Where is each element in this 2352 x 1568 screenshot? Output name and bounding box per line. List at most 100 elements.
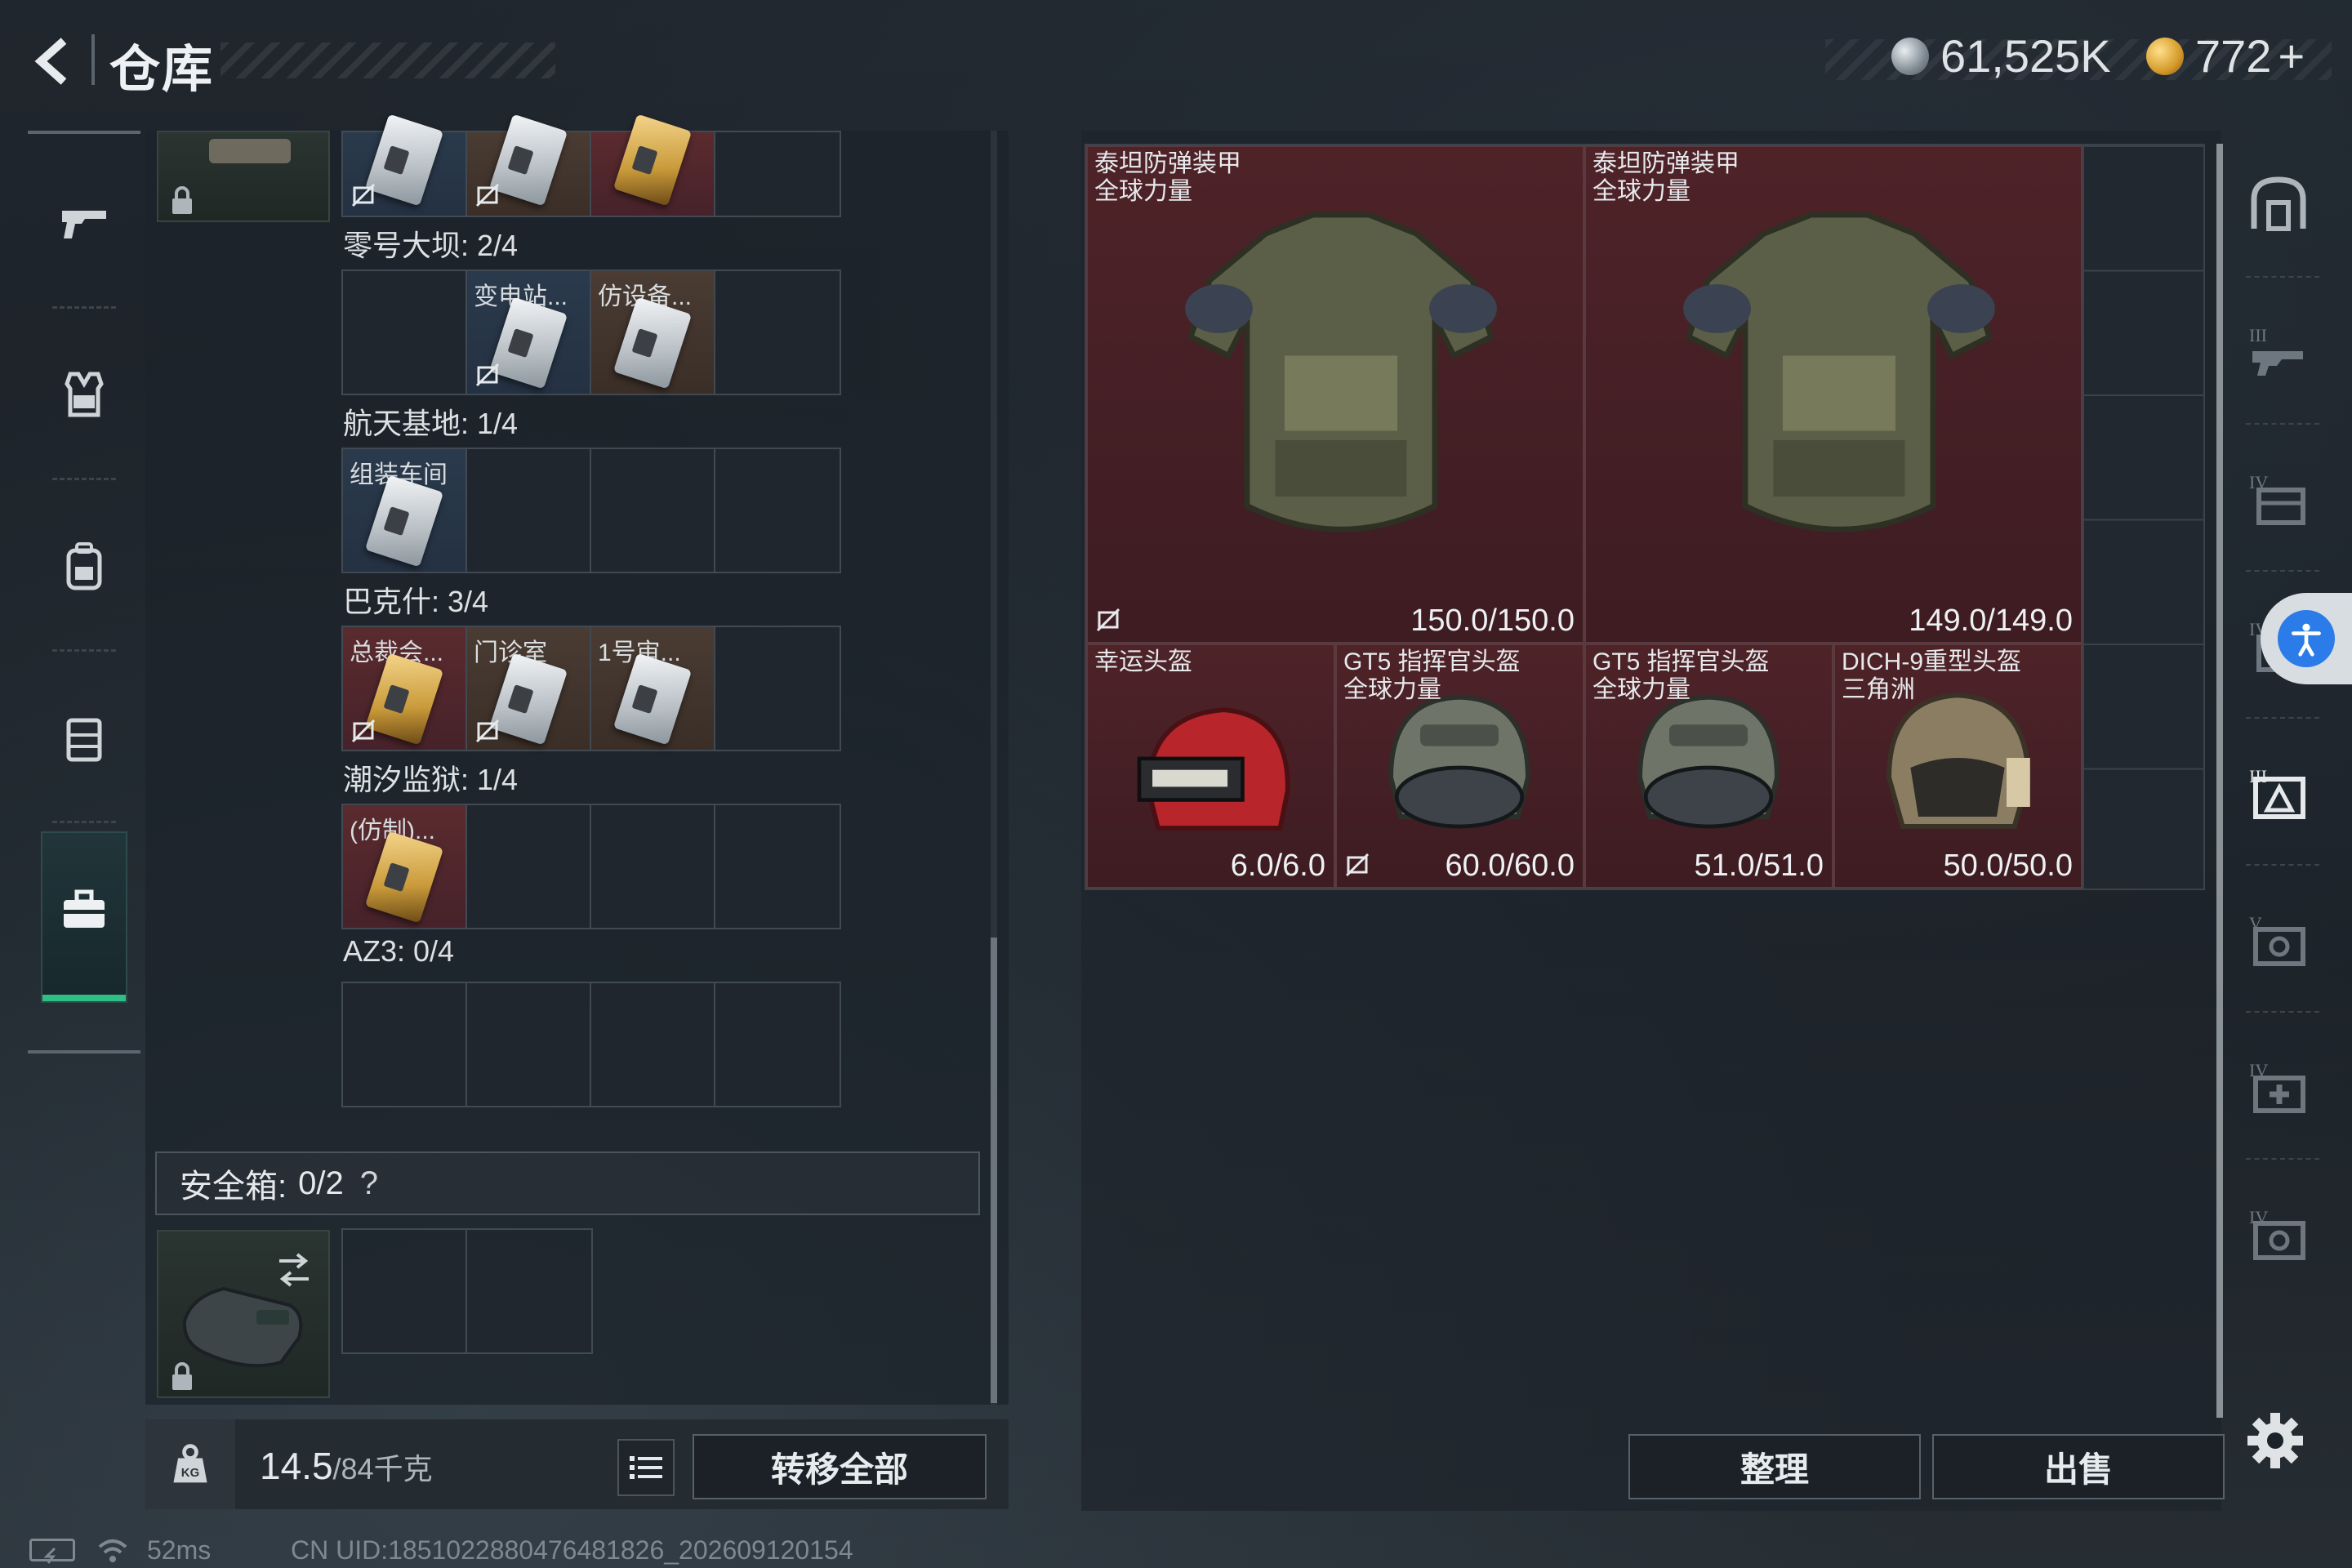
item-durability: 150.0/150.0 [1410, 604, 1575, 638]
keycard-slot[interactable]: 1号审... [591, 627, 715, 750]
currency-gold-add[interactable]: + [2278, 29, 2305, 82]
settings-button[interactable] [2244, 1410, 2306, 1472]
keycard-slot[interactable]: 组装车间 [343, 449, 467, 572]
warehouse-tab-home[interactable] [2230, 131, 2328, 278]
keycard-slot[interactable]: (仿制)... [343, 805, 467, 928]
keycard-case-slot[interactable] [157, 131, 330, 222]
empty-slot[interactable] [343, 1230, 467, 1352]
keycard-slot[interactable]: 门诊室 [467, 627, 591, 750]
no-sell-icon [350, 717, 377, 745]
title-divider [91, 34, 95, 85]
warehouse-tab-weapons[interactable]: III [2230, 278, 2328, 425]
item-helmet-gt5-1[interactable]: GT5 指挥官头盔 全球力量 60.0/60.0 [1335, 644, 1584, 889]
currency-gold[interactable]: 772 + [2146, 29, 2305, 82]
wifi-icon [98, 1539, 127, 1562]
warehouse-scrollbar[interactable] [2216, 144, 2223, 1418]
svg-text:III: III [2249, 325, 2267, 345]
gear-icon [2247, 1413, 2303, 1468]
medical-kit-icon: IV [2249, 1060, 2305, 1113]
warehouse-tab-medical[interactable]: IV [2230, 1013, 2328, 1160]
empty-slot[interactable] [715, 627, 840, 750]
weight-capacity: /84千克 [332, 1452, 433, 1486]
transfer-all-button[interactable]: 转移全部 [693, 1434, 987, 1499]
weight-icon-box: KG [145, 1419, 235, 1509]
empty-slot[interactable] [715, 271, 840, 394]
group-label-az3: AZ3: 0/4 [343, 934, 455, 968]
currency-silver[interactable]: 61,525K [1891, 29, 2111, 82]
category-sidebar [28, 131, 142, 1054]
empty-slot[interactable] [343, 271, 467, 394]
item-helmet-dich9[interactable]: DICH-9重型头盔 三角洲 50.0/50.0 [1833, 644, 2082, 889]
chest-rig-icon [66, 718, 102, 762]
safebox-help-button[interactable]: ? [360, 1165, 378, 1202]
category-toolbox[interactable] [28, 823, 140, 1003]
keycard-slot[interactable] [467, 114, 591, 216]
stash-scrollbar-thumb[interactable] [991, 938, 997, 1403]
sidebar-edge-top [28, 131, 140, 134]
item-durability: 149.0/149.0 [1909, 604, 2073, 638]
empty-slot[interactable] [591, 449, 715, 572]
accessibility-button[interactable] [2261, 593, 2352, 684]
empty-slot[interactable] [715, 132, 840, 216]
lock-icon [170, 186, 194, 216]
silver-coin-icon [1891, 37, 1929, 75]
item-name: GT5 指挥官头盔 全球力量 [1343, 648, 1521, 703]
pistol-icon [62, 211, 106, 238]
warehouse-tab-sidebar: III IV IV III V IV IV [2230, 131, 2352, 1511]
item-armor-titan-1[interactable]: 泰坦防弹装甲 全球力量 150.0/150.0 [1086, 145, 1584, 644]
no-sell-icon [1094, 606, 1122, 634]
warehouse-tab-files[interactable]: IV [2230, 425, 2328, 572]
weapon-rack-icon: III [2249, 325, 2303, 376]
item-durability: 6.0/6.0 [1230, 849, 1325, 883]
empty-slot[interactable] [467, 1230, 591, 1352]
category-weapons[interactable] [28, 137, 140, 309]
group-label-tide-prison: 潮汐监狱: 1/4 [343, 763, 519, 796]
empty-slot[interactable] [467, 449, 591, 572]
empty-slot[interactable] [591, 983, 715, 1106]
page-title: 仓库 [109, 42, 215, 98]
no-sell-icon [474, 181, 501, 209]
list-view-button[interactable] [617, 1439, 675, 1496]
item-name: 泰坦防弹装甲 全球力量 [1592, 150, 1740, 205]
ping-text: 52ms [147, 1535, 212, 1565]
weight-value: 14.5 [260, 1445, 333, 1487]
empty-slot[interactable] [715, 983, 840, 1106]
keycard-row-dam: 变电站... 仿设备... [341, 270, 841, 395]
group-label-space-base: 航天基地: 1/4 [343, 407, 519, 440]
warehouse-tab-8[interactable]: IV [2230, 1160, 2328, 1307]
arrange-button[interactable]: 整理 [1628, 1434, 1921, 1499]
empty-slot[interactable] [343, 983, 467, 1106]
back-button[interactable] [24, 33, 82, 90]
title-stripe [220, 42, 555, 78]
currency-silver-value: 61,525K [1940, 30, 2111, 82]
item-armor-titan-2[interactable]: 泰坦防弹装甲 全球力量 149.0/149.0 [1584, 145, 2082, 644]
warehouse-tab-6[interactable]: V [2230, 866, 2328, 1013]
empty-slot[interactable] [467, 805, 591, 928]
item-name: 泰坦防弹装甲 全球力量 [1094, 150, 1241, 205]
body-armor-icon [1683, 212, 1995, 532]
item-name: DICH-9重型头盔 三角洲 [1842, 648, 2022, 703]
safebox-slot[interactable] [157, 1230, 330, 1398]
empty-slot[interactable] [715, 805, 840, 928]
category-rig[interactable] [28, 652, 140, 823]
item-helmet-lucky[interactable]: 幸运头盔 6.0/6.0 [1086, 644, 1335, 889]
empty-slot[interactable] [467, 983, 591, 1106]
keycard-slot[interactable]: 总裁会... [343, 627, 467, 750]
vault-icon: IV [2249, 1207, 2305, 1260]
category-armor[interactable] [28, 309, 140, 480]
empty-slot[interactable] [591, 805, 715, 928]
sell-button[interactable]: 出售 [1932, 1434, 2225, 1499]
item-helmet-gt5-2[interactable]: GT5 指挥官头盔 全球力量 51.0/51.0 [1584, 644, 1833, 889]
keycard-slot[interactable] [343, 114, 467, 216]
back-arrow-icon [34, 38, 67, 85]
no-sell-icon [1343, 851, 1371, 879]
lock-icon [170, 1362, 194, 1392]
category-backpack[interactable] [28, 480, 140, 652]
empty-slot[interactable] [715, 449, 840, 572]
warehouse-tab-equipment-active[interactable]: III [2230, 719, 2328, 866]
keycard-slot[interactable]: 变电站... [467, 271, 591, 394]
keycard-row-tide-prison: (仿制)... [341, 804, 841, 929]
safebox-header: 安全箱: 0/2 ? [155, 1152, 980, 1215]
keycard-slot[interactable] [591, 114, 715, 216]
keycard-slot[interactable]: 仿设备... [591, 271, 715, 394]
